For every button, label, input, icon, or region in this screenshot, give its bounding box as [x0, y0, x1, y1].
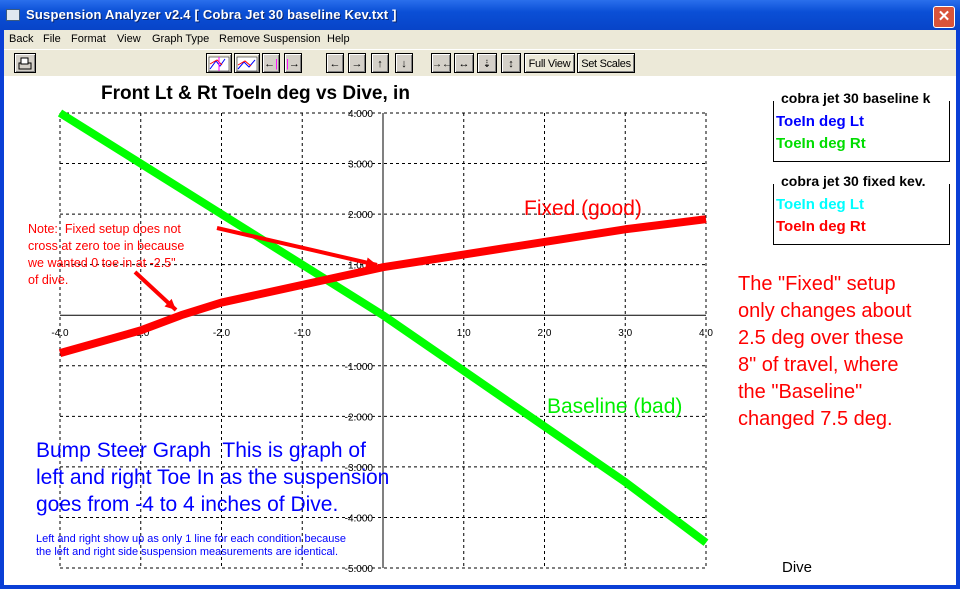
x-tick-label: 3.0: [618, 328, 632, 339]
x-tick-label: -4.0: [51, 328, 69, 339]
fixed-label: Fixed (good): [524, 197, 642, 220]
x-axis-label: Dive: [782, 559, 813, 576]
chart-title: Front Lt & Rt ToeIn deg vs Dive, in: [101, 83, 410, 104]
y-tick-label: 3.000: [348, 160, 373, 171]
legend-item: ToeIn deg Rt: [776, 135, 866, 152]
note-annotation: Note: Fixed setup does not cross at zero…: [28, 222, 185, 287]
legend-title: cobra jet 30 baseline k: [778, 90, 934, 106]
x-tick-label: 1.0: [457, 328, 471, 339]
y-tick-label: 2.000: [348, 210, 373, 221]
legend-title: cobra jet 30 fixed kev.: [778, 173, 929, 189]
y-tick-label: 4.000: [348, 109, 373, 120]
legend-item: ToeIn deg Rt: [776, 218, 866, 235]
legend-fixed: cobra jet 30 fixed kev. ToeIn deg Lt Toe…: [773, 173, 950, 245]
x-tick-label: 2.0: [538, 328, 552, 339]
bump-steer-note: Left and right show up as only 1 line fo…: [36, 533, 347, 558]
y-tick-label: -5.000: [345, 564, 374, 575]
baseline-label: Baseline (bad): [547, 395, 683, 418]
x-tick-label: -1.0: [294, 328, 312, 339]
y-tick-label: -1.000: [345, 362, 374, 373]
x-tick-label: -2.0: [213, 328, 231, 339]
legend-item: ToeIn deg Lt: [776, 113, 865, 130]
bump-steer-description: Bump Steer Graph This is graph of left a…: [36, 439, 390, 516]
legend-item: ToeIn deg Lt: [776, 196, 865, 213]
legend-baseline: cobra jet 30 baseline k ToeIn deg Lt Toe…: [773, 90, 950, 162]
y-tick-label: -2.000: [345, 412, 374, 423]
summary-annotation: The "Fixed" setup only changes about 2.5…: [738, 273, 912, 430]
x-tick-label: 4.0: [699, 328, 713, 339]
